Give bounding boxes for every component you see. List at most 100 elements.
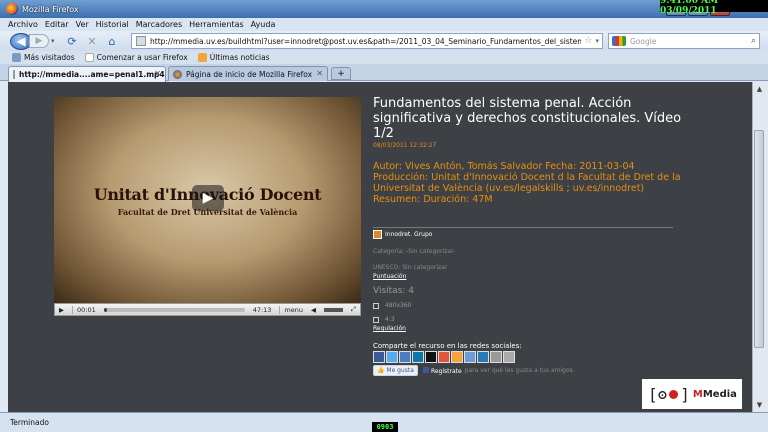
search-placeholder: Google (630, 36, 657, 46)
stop-icon[interactable]: ✕ (83, 33, 101, 49)
seek-bar[interactable] (103, 307, 245, 312)
page-icon (84, 53, 94, 62)
menu-editar[interactable]: Editar (45, 20, 69, 29)
current-time: 00:01 (72, 305, 96, 314)
firefox-logo-icon (6, 3, 18, 15)
resource-info: Fundamentos del sistema penal. Acción si… (373, 96, 683, 205)
group-row[interactable]: Innodret. Grupo (373, 230, 432, 239)
vertical-scrollbar[interactable]: ▲ ▼ (752, 82, 765, 412)
play-overlay-button[interactable]: ▶ (192, 185, 224, 211)
navigation-toolbar: ◀ ▶ ▾ ⟳ ✕ ⌂ http://mmedia.uv.es/buildhtm… (0, 31, 768, 51)
linkedin-icon[interactable] (412, 351, 424, 363)
window-title: Mozilla Firefox (22, 4, 79, 14)
divider (373, 227, 673, 228)
unesco-text: UNESCO: Sin categorizar (373, 264, 448, 271)
like-button[interactable]: 👍 Me gusta (373, 365, 418, 376)
play-icon[interactable]: ▶ (59, 306, 64, 314)
ratio-icon (373, 316, 379, 323)
tab-firefox-home[interactable]: Página de inicio de Mozilla Firefox ✕ (168, 66, 328, 81)
new-tab-button[interactable]: + (331, 67, 351, 80)
regulacion-link[interactable]: Regulación (373, 325, 406, 332)
tab-bar: http://mmedia....ame=penal1.mp4 ✕ Página… (0, 64, 768, 82)
meneame-icon[interactable] (451, 351, 463, 363)
volume-slider[interactable] (324, 307, 343, 312)
bookmark-comenzar[interactable]: Comenzar a usar Firefox (84, 53, 188, 62)
title-bar: Mozilla Firefox (0, 0, 768, 18)
video-controls: ▶ 00:01 47:13 menu ◀ ⤢ (54, 303, 361, 316)
status-text: Terminado (10, 418, 49, 427)
scroll-up-icon[interactable]: ▲ (754, 83, 765, 94)
facebook-like-widget: 👍 Me gusta Regístrate para ver qué les g… (373, 365, 575, 376)
twitter-icon[interactable] (386, 351, 398, 363)
bookmarks-toolbar: Más visitados Comenzar a usar Firefox Úl… (0, 51, 768, 64)
register-link[interactable]: Regístrate (422, 366, 462, 375)
size-4-3-option[interactable]: 4:3 (373, 316, 395, 323)
menu-historial[interactable]: Historial (96, 20, 129, 29)
scroll-down-icon[interactable]: ▼ (754, 399, 765, 410)
bookmark-mas-visitados[interactable]: Más visitados (12, 53, 75, 62)
resource-metadata: Autor: Vives Antón, Tomás Salvador Fecha… (373, 161, 681, 205)
page-favicon-icon (136, 36, 146, 46)
folder-icon (12, 53, 21, 62)
category-text: Categoría: -Sin categorizar- (373, 248, 456, 255)
history-dropdown-icon[interactable]: ▾ (51, 37, 61, 45)
mmedia-logo[interactable]: [ʘ ] MMedia (642, 379, 742, 409)
delicious-icon[interactable] (425, 351, 437, 363)
firefox-tab-icon (173, 69, 182, 79)
google-engine-icon[interactable] (612, 36, 626, 46)
menu-ver[interactable]: Ver (76, 20, 89, 29)
email-icon[interactable] (477, 351, 489, 363)
puntuacion-link[interactable]: Puntuación (373, 273, 406, 280)
menu-button[interactable]: menu (279, 305, 303, 314)
facebook-text: para ver qué les gusta a tus amigos. (464, 367, 575, 374)
more-share-icon[interactable] (503, 351, 515, 363)
logo-text: MMedia (692, 388, 737, 400)
google-icon[interactable] (438, 351, 450, 363)
tab-close-icon[interactable]: ✕ (316, 69, 323, 78)
logo-bracket-close-icon: ] (680, 384, 690, 404)
bookmark-ultimas-noticias[interactable]: Últimas noticias (197, 53, 270, 62)
menu-marcadores[interactable]: Marcadores (136, 20, 182, 29)
search-magnifier-icon[interactable]: ⌕ (751, 36, 756, 46)
menu-archivo[interactable]: Archivo (8, 20, 38, 29)
print-icon[interactable] (490, 351, 502, 363)
bookmark-star-icon[interactable]: ☆ (584, 36, 592, 46)
tab-page-icon (13, 70, 15, 79)
browser-window: Mozilla Firefox – □ ✕ 9:41:00 AM 03/09/2… (0, 0, 768, 432)
digg-icon[interactable] (464, 351, 476, 363)
menu-ayuda[interactable]: Ayuda (251, 20, 276, 29)
reload-icon[interactable]: ⟳ (63, 33, 81, 49)
url-dropdown-icon[interactable]: ▾ (595, 37, 599, 45)
clock-overlay: 9:41:00 AM 03/09/2011 (660, 0, 768, 16)
facebook-small-icon (422, 366, 429, 373)
address-bar[interactable]: http://mmedia.uv.es/buildhtml?user=innod… (131, 33, 603, 49)
forward-button[interactable]: ▶ (29, 34, 49, 48)
menu-bar: Archivo Editar Ver Historial Marcadores … (0, 18, 768, 31)
visits-count: Visitas: 4 (373, 286, 415, 296)
tab-video[interactable]: http://mmedia....ame=penal1.mp4 ✕ (8, 66, 166, 82)
home-icon[interactable]: ⌂ (103, 33, 121, 49)
frame-counter: 0903 (372, 422, 398, 432)
expand-icon (373, 302, 379, 309)
tab-close-icon[interactable]: ✕ (154, 69, 161, 78)
logo-dot-icon (669, 389, 679, 399)
group-icon (373, 230, 382, 239)
menu-herramientas[interactable]: Herramientas (189, 20, 244, 29)
logo-bracket-icon: [ʘ (648, 384, 668, 404)
social-icons (373, 351, 516, 363)
volume-icon[interactable]: ◀ (311, 306, 316, 314)
resource-datetime: 08/03/2011 12:32:27 (373, 142, 437, 149)
resource-title: Fundamentos del sistema penal. Acción si… (373, 96, 682, 141)
video-player[interactable]: Unitat d'Innovació Docent Facultat de Dr… (54, 97, 361, 303)
share-title: Comparte el recurso en las redes sociale… (373, 342, 522, 350)
address-text: http://mmedia.uv.es/buildhtml?user=innod… (150, 36, 582, 46)
search-box[interactable]: Google ⌕ (608, 33, 760, 49)
rss-icon (197, 53, 207, 62)
page-content: Unitat d'Innovació Docent Facultat de Dr… (8, 82, 752, 412)
scroll-thumb[interactable] (754, 130, 764, 348)
seek-bar-fill (103, 307, 107, 312)
fullscreen-icon[interactable]: ⤢ (351, 305, 356, 314)
myspace-icon[interactable] (399, 351, 411, 363)
size-480x360-option[interactable]: 480x360 (373, 302, 411, 309)
facebook-icon[interactable] (373, 351, 385, 363)
